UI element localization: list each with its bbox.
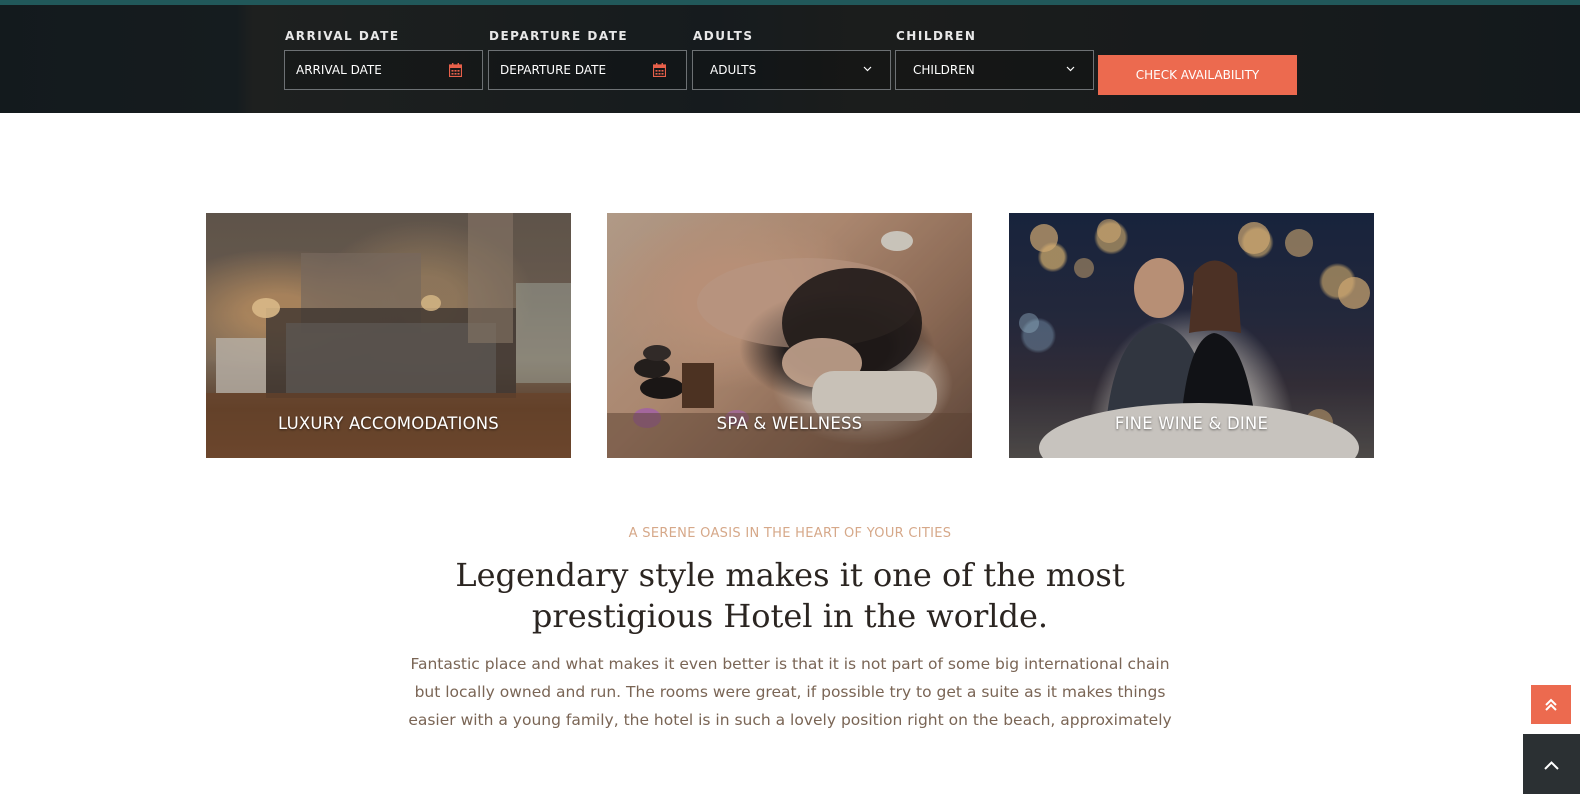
children-label: CHILDREN — [896, 29, 977, 43]
section-kicker: A SERENE OASIS IN THE HEART OF YOUR CITI… — [628, 526, 952, 541]
departure-date-input[interactable]: DEPARTURE DATE — [488, 50, 687, 90]
departure-date-group: DEPARTURE DATE DEPARTURE DATE — [488, 29, 687, 90]
feature-caption: SPA & WELLNESS — [716, 414, 863, 433]
chevron-down-icon — [1066, 66, 1075, 72]
page: ARRIVAL DATE ARRIVAL DATE DEPARTURE DATE… — [0, 0, 1580, 794]
arrival-date-placeholder: ARRIVAL DATE — [296, 63, 382, 77]
check-availability-button[interactable]: CHECK AVAILABILITY — [1098, 55, 1297, 95]
adults-select[interactable]: ADULTS — [692, 50, 891, 90]
arrival-date-input[interactable]: ARRIVAL DATE — [284, 50, 483, 90]
calendar-icon[interactable] — [449, 63, 462, 77]
departure-date-placeholder: DEPARTURE DATE — [500, 63, 607, 77]
feature-caption: LUXURY ACCOMODATIONS — [278, 414, 499, 433]
children-group: CHILDREN CHILDREN — [895, 29, 1094, 90]
scroll-up-button[interactable] — [1523, 734, 1580, 794]
paragraph-line: but locally owned and run. The rooms wer… — [414, 683, 1166, 701]
double-chevron-up-icon — [1545, 698, 1557, 711]
chevron-down-icon — [863, 66, 872, 72]
headline-line: Legendary style makes it one of the most — [455, 556, 1125, 594]
departure-date-label: DEPARTURE DATE — [489, 29, 629, 43]
paragraph-line: Fantastic place and what makes it even b… — [410, 655, 1170, 673]
children-selected-value: CHILDREN — [913, 63, 975, 77]
arrival-date-label: ARRIVAL DATE — [285, 29, 400, 43]
chevron-up-icon — [1544, 761, 1559, 770]
arrival-date-group: ARRIVAL DATE ARRIVAL DATE — [284, 29, 483, 90]
adults-label: ADULTS — [693, 29, 754, 43]
section-paragraph: Fantastic place and what makes it even b… — [395, 650, 1185, 734]
section-headline: Legendary style makes it one of the most… — [390, 555, 1190, 637]
adults-selected-value: ADULTS — [710, 63, 757, 77]
booking-bar: ARRIVAL DATE ARRIVAL DATE DEPARTURE DATE… — [0, 0, 1580, 113]
calendar-icon[interactable] — [653, 63, 666, 77]
feature-card-accommodations[interactable]: LUXURY ACCOMODATIONS — [206, 213, 571, 458]
children-select[interactable]: CHILDREN — [895, 50, 1094, 90]
headline-line: prestigious Hotel in the worlde. — [531, 597, 1049, 635]
feature-card-spa[interactable]: SPA & WELLNESS — [607, 213, 972, 458]
feature-caption: FINE WINE & DINE — [1114, 414, 1269, 433]
back-to-top-button[interactable] — [1531, 685, 1571, 724]
adults-group: ADULTS ADULTS — [692, 29, 891, 90]
feature-card-dine[interactable]: FINE WINE & DINE — [1009, 213, 1374, 458]
paragraph-line: easier with a young family, the hotel is… — [408, 711, 1172, 729]
